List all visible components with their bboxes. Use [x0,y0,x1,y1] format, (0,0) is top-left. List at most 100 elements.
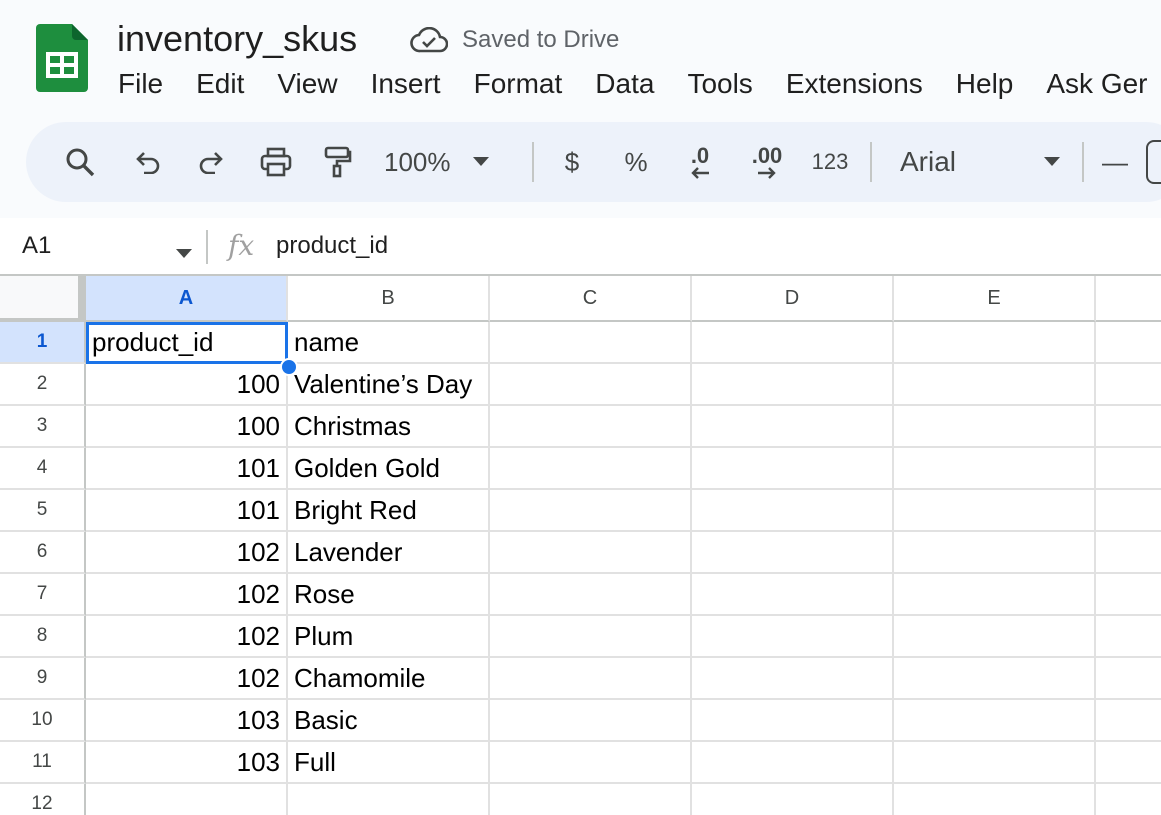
cell-d7[interactable] [692,574,894,616]
cell-d5[interactable] [692,490,894,532]
cell-f8[interactable] [1096,616,1161,658]
cell-b9[interactable]: Chamomile [288,658,490,700]
cell-a10[interactable]: 103 [86,700,288,742]
cell-d8[interactable] [692,616,894,658]
name-box[interactable]: A1 [22,230,192,262]
column-header-d[interactable]: D [692,276,894,322]
cell-f7[interactable] [1096,574,1161,616]
column-header-c[interactable]: C [490,276,692,322]
cell-d11[interactable] [692,742,894,784]
row-header-9[interactable]: 9 [0,658,86,700]
cell-e10[interactable] [894,700,1096,742]
row-header-6[interactable]: 6 [0,532,86,574]
menu-ask-gemini[interactable]: Ask Ger [1046,64,1147,104]
cell-c11[interactable] [490,742,692,784]
cell-e7[interactable] [894,574,1096,616]
cell-a8[interactable]: 102 [86,616,288,658]
cell-e3[interactable] [894,406,1096,448]
menu-tools[interactable]: Tools [687,64,752,104]
save-status[interactable]: Saved to Drive [410,24,619,56]
font-family-select[interactable]: Arial [900,122,1060,202]
cell-a2[interactable]: 100 [86,364,288,406]
cell-e8[interactable] [894,616,1096,658]
cell-f9[interactable] [1096,658,1161,700]
cell-c4[interactable] [490,448,692,490]
cell-b12[interactable] [288,784,490,815]
cell-b3[interactable]: Christmas [288,406,490,448]
cell-f1[interactable] [1096,322,1161,364]
cell-c10[interactable] [490,700,692,742]
cell-f11[interactable] [1096,742,1161,784]
formula-input[interactable]: product_id [276,230,388,262]
redo-button[interactable] [189,122,233,202]
row-header-10[interactable]: 10 [0,700,86,742]
cell-d1[interactable] [692,322,894,364]
more-formats-button[interactable]: 123 [806,122,854,202]
undo-button[interactable] [126,122,170,202]
font-size-input[interactable] [1146,140,1161,184]
cell-a12[interactable] [86,784,288,815]
cell-d6[interactable] [692,532,894,574]
cell-c6[interactable] [490,532,692,574]
menu-insert[interactable]: Insert [371,64,441,104]
increase-decimal-button[interactable]: .00 [742,122,792,202]
format-percent-button[interactable]: % [618,122,654,202]
decrease-decimal-button[interactable]: .0 [678,122,722,202]
cell-c8[interactable] [490,616,692,658]
menu-format[interactable]: Format [474,64,563,104]
cell-b6[interactable]: Lavender [288,532,490,574]
cell-e11[interactable] [894,742,1096,784]
column-header-a[interactable]: A [86,276,288,322]
cell-b8[interactable]: Plum [288,616,490,658]
cell-a9[interactable]: 102 [86,658,288,700]
cell-b10[interactable]: Basic [288,700,490,742]
cell-a7[interactable]: 102 [86,574,288,616]
cell-b7[interactable]: Rose [288,574,490,616]
cell-e12[interactable] [894,784,1096,815]
cell-d12[interactable] [692,784,894,815]
cell-e6[interactable] [894,532,1096,574]
cell-e2[interactable] [894,364,1096,406]
fill-handle[interactable] [280,358,298,376]
menu-help[interactable]: Help [956,64,1014,104]
search-menus-button[interactable] [54,122,106,202]
column-header-f[interactable] [1096,276,1161,322]
cell-a3[interactable]: 100 [86,406,288,448]
cell-c12[interactable] [490,784,692,815]
row-header-4[interactable]: 4 [0,448,86,490]
decrease-font-size-button[interactable]: — [1100,122,1130,202]
cell-e9[interactable] [894,658,1096,700]
cell-d4[interactable] [692,448,894,490]
row-header-2[interactable]: 2 [0,364,86,406]
select-all-corner[interactable] [0,276,86,322]
cell-e1[interactable] [894,322,1096,364]
cell-b1[interactable]: name [288,322,490,364]
paint-format-button[interactable] [318,122,358,202]
menu-data[interactable]: Data [595,64,654,104]
cell-c2[interactable] [490,364,692,406]
cell-d10[interactable] [692,700,894,742]
cell-c1[interactable] [490,322,692,364]
cell-b2[interactable]: Valentine’s Day [288,364,490,406]
zoom-select[interactable]: 100% [384,122,516,202]
row-header-8[interactable]: 8 [0,616,86,658]
cell-f5[interactable] [1096,490,1161,532]
cell-c7[interactable] [490,574,692,616]
column-header-b[interactable]: B [288,276,490,322]
cell-f3[interactable] [1096,406,1161,448]
cell-f4[interactable] [1096,448,1161,490]
cell-b11[interactable]: Full [288,742,490,784]
format-currency-button[interactable]: $ [554,122,590,202]
cell-f12[interactable] [1096,784,1161,815]
cell-d3[interactable] [692,406,894,448]
menu-extensions[interactable]: Extensions [786,64,923,104]
row-header-7[interactable]: 7 [0,574,86,616]
row-header-11[interactable]: 11 [0,742,86,784]
cell-b4[interactable]: Golden Gold [288,448,490,490]
menu-view[interactable]: View [277,64,337,104]
document-title[interactable]: inventory_skus [117,18,357,60]
cell-a4[interactable]: 101 [86,448,288,490]
cell-a5[interactable]: 101 [86,490,288,532]
print-button[interactable] [254,122,298,202]
cell-c5[interactable] [490,490,692,532]
